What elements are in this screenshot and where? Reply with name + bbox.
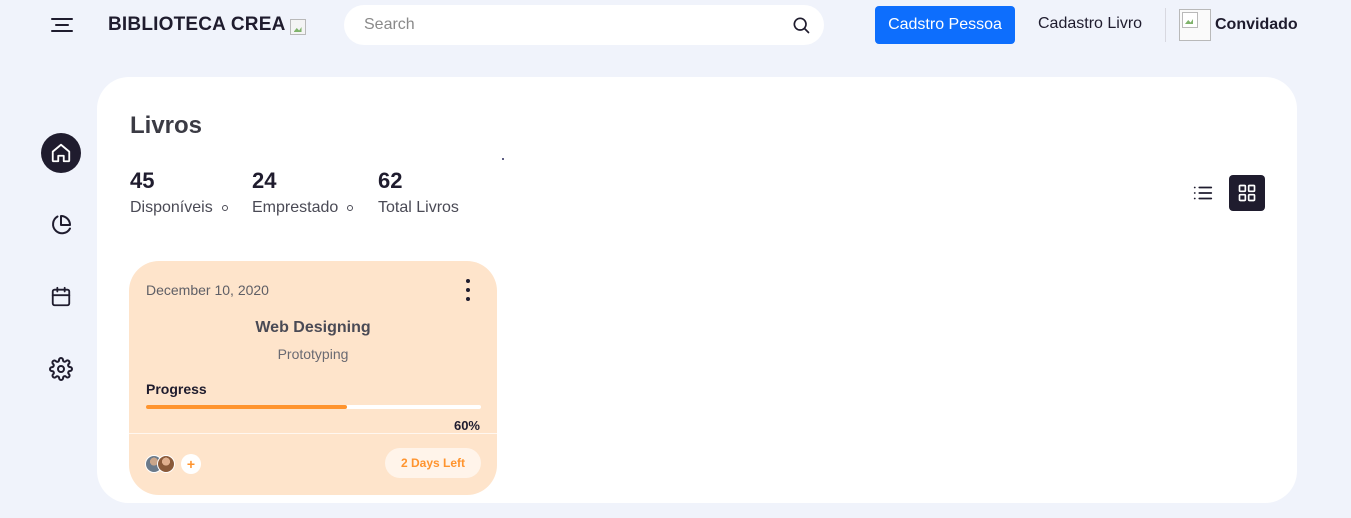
menu-toggle-icon[interactable]: [48, 14, 76, 36]
stat-label: Emprestado: [252, 199, 339, 216]
app-title: BIBLIOTECA CREA: [108, 14, 306, 36]
grid-view-button[interactable]: [1229, 175, 1265, 211]
cadastro-livro-link[interactable]: Cadastro Livro: [1038, 15, 1142, 33]
sidebar-item-settings[interactable]: [41, 349, 81, 389]
stat-label: Total Livros: [378, 199, 459, 216]
settings-icon: [49, 357, 73, 381]
list-view-button[interactable]: [1185, 175, 1221, 211]
card-subtitle: Prototyping: [277, 346, 349, 362]
sidebar-item-calendar[interactable]: [41, 277, 81, 317]
card-date: December 10, 2020: [146, 282, 269, 298]
logo-image: [289, 19, 306, 35]
app-title-text: BIBLIOTECA CREA: [108, 14, 286, 35]
home-icon: [50, 142, 72, 164]
progress-bar: [146, 405, 481, 409]
stat-value: 24: [252, 168, 277, 193]
more-options-icon[interactable]: [458, 279, 478, 301]
stat-available: 45 Disponíveis: [130, 169, 228, 217]
user-name: Convidado: [1215, 16, 1298, 33]
card-divider: [129, 433, 497, 434]
decorative-dot: [502, 158, 504, 160]
main-panel: Livros 45 Disponíveis 24 Emprestado 62 T…: [97, 77, 1297, 503]
user-profile[interactable]: Convidado: [1179, 9, 1298, 41]
add-participant-button[interactable]: +: [181, 454, 201, 474]
participant-avatar: [157, 455, 175, 473]
progress-label: Progress: [146, 381, 207, 397]
stat-label: Disponíveis: [130, 199, 213, 216]
stat-borrowed: 24 Emprestado: [252, 168, 354, 217]
participants: +: [145, 454, 201, 474]
days-left-badge: 2 Days Left: [385, 448, 481, 478]
circle-icon: [347, 205, 354, 211]
search-input[interactable]: [364, 16, 790, 34]
pie-chart-icon: [49, 213, 73, 237]
progress-percentage: 60%: [453, 418, 480, 433]
search-bar: [344, 5, 824, 45]
stat-label-row: Disponíveis: [130, 199, 228, 217]
stat-label-row: Total Livros: [378, 199, 459, 217]
stat-value: 45: [130, 168, 155, 193]
header-divider: [1165, 8, 1166, 42]
cadastro-pessoa-button[interactable]: Cadstro Pessoa: [875, 6, 1015, 44]
card-title: Web Designing: [255, 319, 371, 336]
stat-total: 62 Total Livros: [378, 169, 459, 217]
project-card[interactable]: December 10, 2020 Web Designing Prototyp…: [129, 261, 497, 495]
sidebar-item-home[interactable]: [41, 133, 81, 173]
stat-label-row: Emprestado: [252, 199, 354, 217]
circle-icon: [221, 205, 228, 211]
progress-fill: [146, 405, 347, 409]
grid-view-icon: [1237, 183, 1257, 203]
calendar-icon: [50, 286, 72, 308]
list-view-icon: [1192, 182, 1214, 204]
sidebar-item-stats[interactable]: [41, 205, 81, 245]
avatar: [1179, 9, 1211, 41]
stat-value: 62: [378, 168, 403, 193]
search-icon[interactable]: [790, 14, 812, 36]
page-title: Livros: [130, 112, 203, 139]
